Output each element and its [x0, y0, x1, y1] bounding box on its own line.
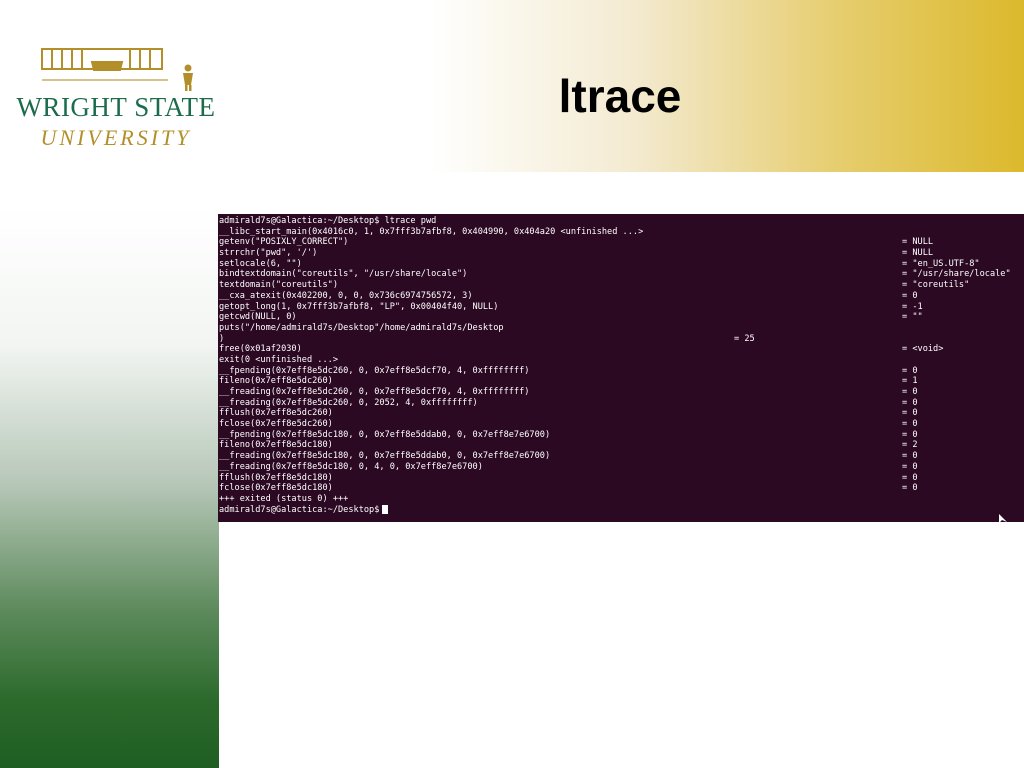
- trace-return-value: = 0: [902, 408, 918, 419]
- trace-return-value: = 0: [902, 387, 918, 397]
- terminal-line: exit(0 <unfinished ...>: [218, 355, 1024, 366]
- trace-call: __cxa_atexit(0x402200, 0, 0, 0x736c69747…: [219, 290, 473, 301]
- mouse-pointer-icon: [999, 514, 1007, 523]
- trace-call: setlocale(6, ""): [219, 258, 302, 269]
- trace-call: __freading(0x7eff8e5dc180, 0, 4, 0, 0x7e…: [219, 461, 483, 472]
- terminal-line: textdomain("coreutils") = "coreutils": [218, 280, 1024, 291]
- trace-call: __freading(0x7eff8e5dc260, 0, 0x7eff8e5d…: [219, 387, 530, 397]
- terminal-line: bindtextdomain("coreutils", "/usr/share/…: [218, 269, 1024, 280]
- terminal-output: __libc_start_main(0x4016c0, 1, 0x7fff3b7…: [218, 227, 1024, 505]
- trace-call: __freading(0x7eff8e5dc180, 0, 0x7eff8e5d…: [219, 451, 551, 462]
- trace-call: free(0x01af2030): [219, 344, 302, 355]
- trace-call: bindtextdomain("coreutils", "/usr/share/…: [219, 269, 468, 280]
- trace-call: fileno(0x7eff8e5dc180): [219, 440, 333, 451]
- terminal-final-line: admirald7s@Galactica:~/Desktop$: [218, 504, 1024, 516]
- trace-call: fclose(0x7eff8e5dc260): [219, 419, 333, 430]
- trace-return-value: = NULL: [902, 237, 934, 248]
- trace-call: getopt_long(1, 0x7fff3b7afbf8, "LP", 0x0…: [219, 301, 499, 312]
- trace-call: exit(0 <unfinished ...>: [219, 354, 338, 365]
- trace-return-value: = "/usr/share/locale": [902, 269, 1011, 280]
- trace-call: __libc_start_main(0x4016c0, 1, 0x7fff3b7…: [219, 226, 644, 237]
- terminal-line: fileno(0x7eff8e5dc180) = 2: [218, 440, 1024, 451]
- trace-call: fclose(0x7eff8e5dc180): [219, 483, 333, 494]
- wright-flyer-icon: [41, 48, 193, 91]
- terminal-line: fflush(0x7eff8e5dc260) = 0: [218, 408, 1024, 419]
- trace-return-value: = 0: [902, 419, 918, 430]
- trace-return-value: = 0: [902, 365, 918, 376]
- trace-return-value: = 2: [902, 440, 918, 451]
- terminal-cursor: [382, 504, 389, 514]
- trace-call: +++ exited (status 0) +++: [219, 493, 349, 504]
- terminal-line: fclose(0x7eff8e5dc180) = 0: [218, 483, 1024, 494]
- trace-return-value: = 0: [902, 429, 918, 440]
- trace-return-value: = -1: [902, 301, 923, 312]
- trace-call: textdomain("coreutils"): [219, 280, 338, 291]
- terminal-line: __freading(0x7eff8e5dc180, 0, 0x7eff8e5d…: [218, 451, 1024, 462]
- trace-return-value: = <void>: [902, 344, 944, 355]
- trace-call: fflush(0x7eff8e5dc260): [219, 408, 333, 419]
- terminal-prompt: admirald7s@Galactica:~/Desktop$ ltrace p…: [219, 216, 437, 226]
- trace-call: __fpending(0x7eff8e5dc260, 0, 0x7eff8e5d…: [219, 365, 530, 376]
- logo-subtitle: UNIVERSITY: [40, 125, 192, 150]
- trace-call: getcwd(NULL, 0): [219, 312, 297, 323]
- trace-call: puts("/home/admirald7s/Desktop"/home/adm…: [219, 322, 504, 333]
- trace-call: ): [219, 333, 225, 344]
- terminal-line: __freading(0x7eff8e5dc260, 0, 0x7eff8e5d…: [218, 387, 1024, 398]
- terminal-screenshot: admirald7s@Galactica:~/Desktop$ ltrace p…: [218, 214, 1024, 522]
- trace-call: strrchr("pwd", '/'): [219, 248, 318, 259]
- slide-title: ltrace: [558, 70, 682, 122]
- terminal-line: getopt_long(1, 0x7fff3b7afbf8, "LP", 0x0…: [218, 302, 1024, 313]
- terminal-line: ) = 25: [218, 334, 1024, 345]
- terminal-line: getcwd(NULL, 0) = "": [218, 312, 1024, 323]
- trace-return-value: = 0: [902, 483, 918, 494]
- trace-return-value: = 0: [902, 451, 918, 462]
- terminal-final-prompt: admirald7s@Galactica:~/Desktop$: [219, 504, 380, 515]
- terminal-line: +++ exited (status 0) +++: [218, 494, 1024, 505]
- terminal-line: getenv("POSIXLY_CORRECT") = NULL: [218, 237, 1024, 248]
- trace-call: fflush(0x7eff8e5dc180): [219, 472, 333, 483]
- trace-call: fileno(0x7eff8e5dc260): [219, 376, 333, 387]
- terminal-line: __fpending(0x7eff8e5dc180, 0, 0x7eff8e5d…: [218, 430, 1024, 441]
- terminal-line: __libc_start_main(0x4016c0, 1, 0x7fff3b7…: [218, 227, 1024, 238]
- terminal-line: setlocale(6, "") = "en_US.UTF-8": [218, 259, 1024, 270]
- terminal-line: __freading(0x7eff8e5dc260, 0, 2052, 4, 0…: [218, 398, 1024, 409]
- terminal-line: __cxa_atexit(0x402200, 0, 0, 0x736c69747…: [218, 291, 1024, 302]
- trace-return-value: = 1: [902, 376, 918, 387]
- terminal-line: fclose(0x7eff8e5dc260) = 0: [218, 419, 1024, 430]
- trace-return-value: = 25: [734, 333, 755, 344]
- terminal-line: __freading(0x7eff8e5dc180, 0, 4, 0, 0x7e…: [218, 462, 1024, 473]
- trace-call: __fpending(0x7eff8e5dc180, 0, 0x7eff8e5d…: [219, 429, 551, 440]
- trace-return-value: = 0: [902, 397, 918, 408]
- terminal-command-line: admirald7s@Galactica:~/Desktop$ ltrace p…: [218, 216, 1024, 227]
- trace-call: getenv("POSIXLY_CORRECT"): [219, 237, 349, 248]
- terminal-line: fflush(0x7eff8e5dc180) = 0: [218, 473, 1024, 484]
- wright-state-logo: WRIGHT STATE UNIVERSITY: [8, 40, 223, 155]
- trace-return-value: = 0: [902, 461, 918, 472]
- terminal-line: free(0x01af2030) = <void>: [218, 344, 1024, 355]
- side-gradient-bar: [0, 205, 219, 768]
- trace-return-value: = 0: [902, 290, 918, 301]
- terminal-line: fileno(0x7eff8e5dc260) = 1: [218, 376, 1024, 387]
- logo-wordmark: WRIGHT STATE: [16, 92, 216, 122]
- trace-return-value: = "coreutils": [902, 280, 970, 291]
- trace-return-value: = "en_US.UTF-8": [902, 258, 980, 269]
- trace-return-value: = "": [902, 312, 923, 323]
- terminal-line: __fpending(0x7eff8e5dc260, 0, 0x7eff8e5d…: [218, 366, 1024, 377]
- slide-header: WRIGHT STATE UNIVERSITY ltrace: [0, 0, 1024, 172]
- terminal-line: puts("/home/admirald7s/Desktop"/home/adm…: [218, 323, 1024, 334]
- terminal-line: strrchr("pwd", '/') = NULL: [218, 248, 1024, 259]
- trace-call: __freading(0x7eff8e5dc260, 0, 2052, 4, 0…: [219, 397, 478, 408]
- trace-return-value: = 0: [902, 472, 918, 483]
- trace-return-value: = NULL: [902, 248, 934, 259]
